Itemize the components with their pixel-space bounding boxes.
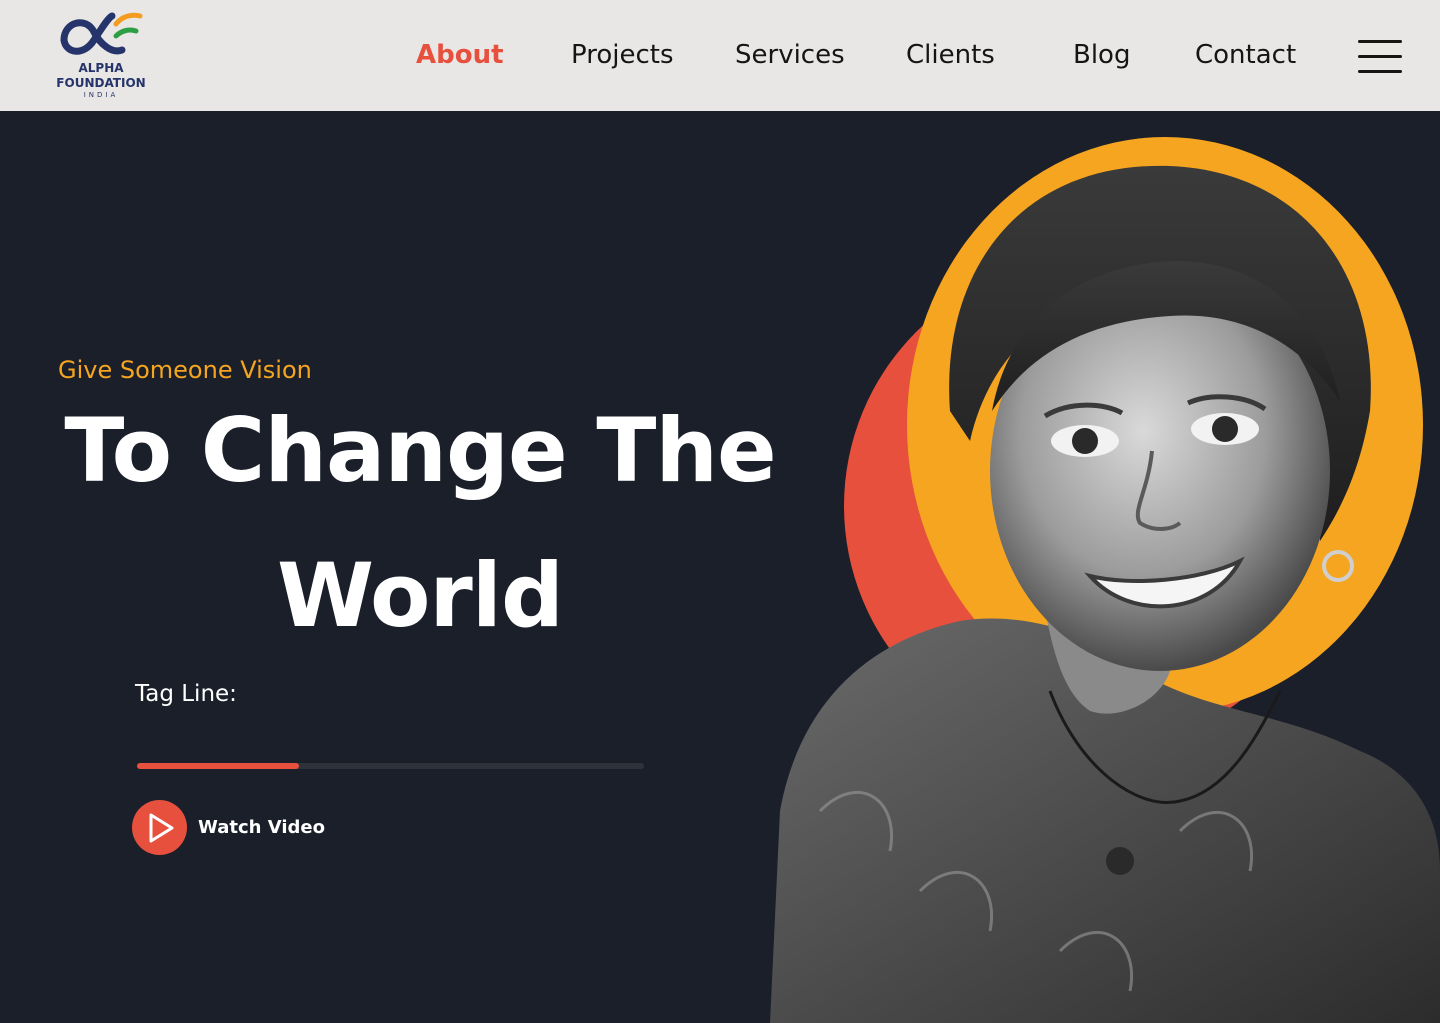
play-icon (149, 813, 174, 843)
video-progress-bar[interactable] (137, 763, 644, 769)
nav-projects[interactable]: Projects (571, 40, 674, 70)
nav-services[interactable]: Services (735, 40, 845, 70)
nav-contact[interactable]: Contact (1195, 40, 1296, 70)
alpha-logo-icon (60, 12, 143, 55)
play-button[interactable] (132, 800, 187, 855)
nav-blog[interactable]: Blog (1073, 40, 1130, 70)
logo-text-alpha: ALPHA (78, 61, 124, 75)
watch-video-label: Watch Video (198, 817, 325, 838)
hero-kicker: Give Someone Vision (58, 356, 312, 384)
hero-title-line2: World (277, 544, 564, 647)
logo-text-foundation: FOUNDATION (56, 76, 146, 90)
hamburger-menu-icon[interactable] (1358, 40, 1404, 74)
site-header: ALPHA FOUNDATION INDIA About Projects Se… (0, 0, 1440, 111)
nav-about[interactable]: About (416, 40, 504, 70)
logo-text-india: INDIA (83, 91, 119, 99)
video-progress-fill (137, 763, 300, 769)
alpha-foundation-logo[interactable]: ALPHA FOUNDATION INDIA (46, 10, 156, 102)
hero-portrait-image (770, 137, 1440, 1023)
hero-title-line1: To Change The (64, 399, 776, 502)
nav-clients[interactable]: Clients (906, 40, 995, 70)
tagline-label: Tag Line: (135, 681, 237, 707)
